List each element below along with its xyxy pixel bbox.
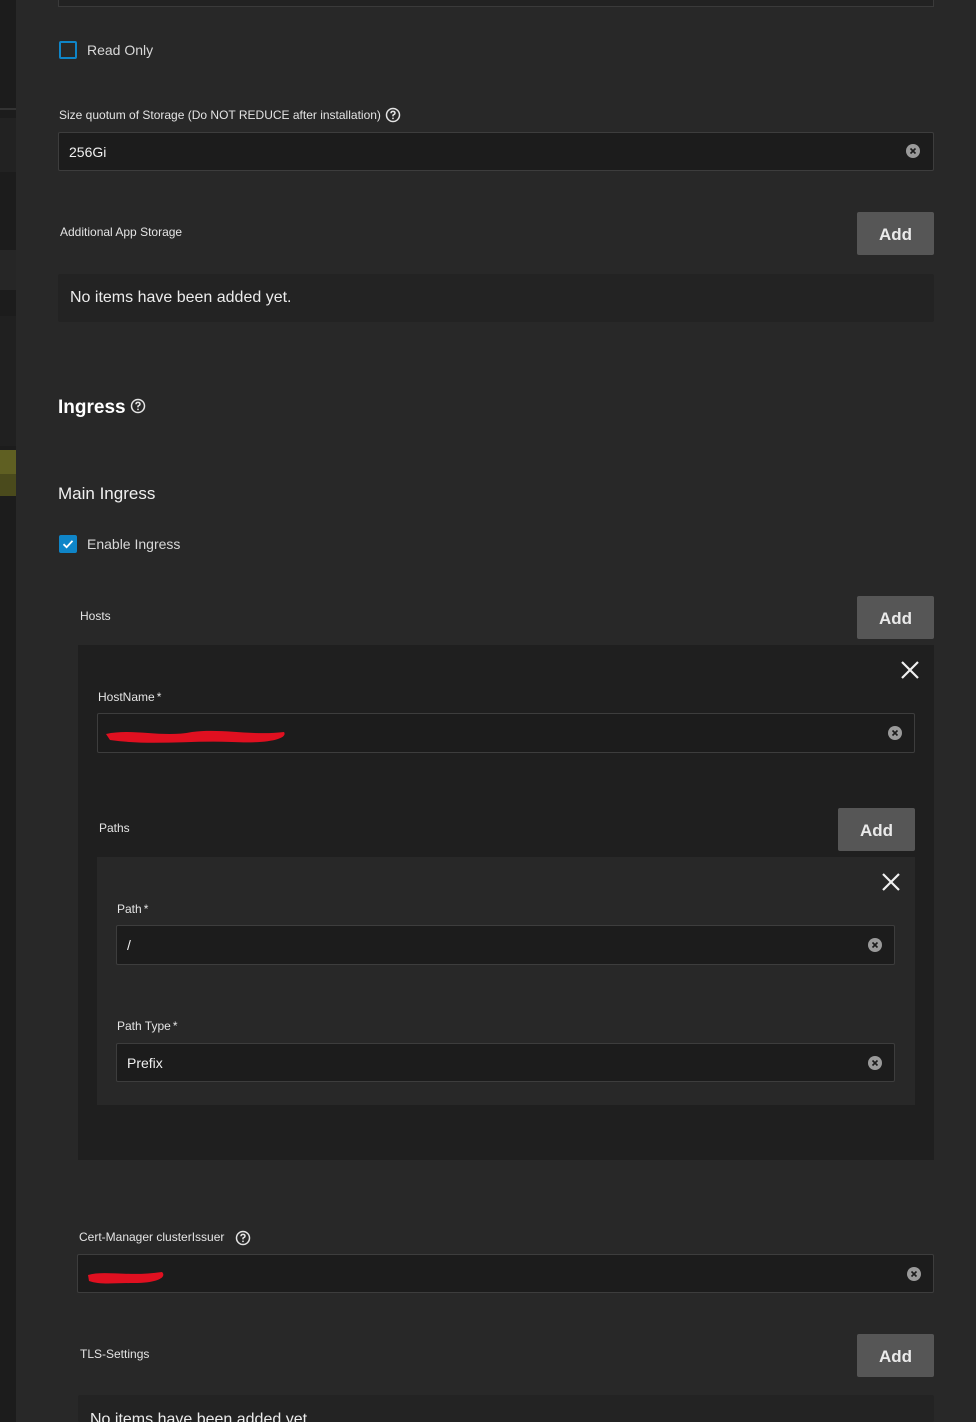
previous-field (58, 0, 934, 7)
check-icon (62, 540, 74, 549)
size-quota-input[interactable]: 256Gi (58, 132, 934, 171)
clear-icon[interactable] (907, 1267, 921, 1281)
size-quota-value: 256Gi (69, 144, 107, 160)
path-input[interactable]: / (116, 925, 895, 965)
clear-icon[interactable] (906, 144, 920, 158)
help-icon[interactable] (235, 1230, 251, 1246)
hostname-label: HostName * (98, 690, 162, 704)
help-icon[interactable] (385, 107, 401, 123)
storage-empty-state: No items have been added yet. (58, 274, 934, 322)
path-type-value: Prefix (127, 1055, 163, 1071)
add-host-button[interactable]: Add (857, 596, 934, 639)
tls-settings-label: TLS-Settings (80, 1347, 150, 1361)
add-tls-button[interactable]: Add (857, 1334, 934, 1377)
clear-icon[interactable] (888, 726, 902, 740)
close-icon[interactable] (900, 660, 920, 680)
path-type-label: Path Type * (117, 1019, 178, 1033)
add-storage-button[interactable]: Add (857, 212, 934, 255)
clear-icon[interactable] (868, 938, 882, 952)
additional-storage-label: Additional App Storage (60, 225, 183, 239)
empty-message: No items have been added yet. (70, 289, 292, 306)
redaction-mark (88, 1272, 164, 1284)
clear-icon[interactable] (868, 1056, 882, 1070)
enable-ingress-checkbox[interactable] (59, 535, 77, 553)
read-only-checkbox[interactable] (59, 41, 77, 59)
hosts-label: Hosts (80, 609, 111, 623)
cert-manager-input[interactable] (77, 1254, 934, 1293)
close-icon[interactable] (881, 872, 901, 892)
enable-ingress-label: Enable Ingress (87, 536, 181, 552)
path-label: Path * (117, 902, 149, 916)
cert-manager-label: Cert-Manager clusterIssuer (79, 1230, 225, 1244)
main-ingress-title: Main Ingress (58, 484, 156, 503)
read-only-label: Read Only (87, 42, 154, 58)
path-value: / (127, 937, 131, 953)
empty-message: No items have been added yet. (90, 1411, 312, 1422)
size-quota-label: Size quotum of Storage (Do NOT REDUCE af… (59, 108, 381, 122)
add-path-button[interactable]: Add (838, 808, 915, 851)
paths-label: Paths (99, 821, 130, 835)
left-background-strip (0, 0, 16, 1422)
ingress-title: Ingress (58, 397, 126, 418)
help-icon[interactable] (130, 398, 146, 414)
hostname-input[interactable] (97, 713, 915, 753)
redaction-mark (106, 730, 285, 743)
tls-empty-state: No items have been added yet. (78, 1395, 934, 1422)
path-type-select[interactable]: Prefix (116, 1043, 895, 1082)
